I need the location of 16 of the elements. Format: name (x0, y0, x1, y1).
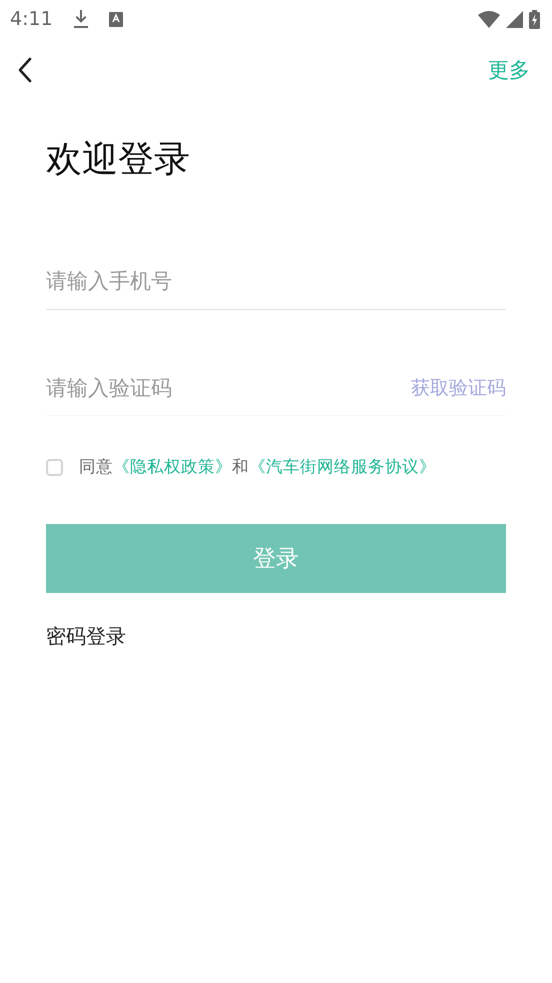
agreement-text: 同意《隐私权政策》和《汽车街网络服务协议》 (79, 456, 436, 478)
more-link[interactable]: 更多 (488, 56, 530, 84)
password-login-link[interactable]: 密码登录 (46, 623, 126, 650)
agreement-link[interactable]: 《汽车街网络服务协议》 (249, 457, 436, 476)
back-icon (18, 57, 32, 83)
wifi-icon (478, 10, 500, 28)
download-icon (72, 9, 89, 29)
get-code-link[interactable]: 获取验证码 (411, 374, 506, 400)
agreement-checkbox[interactable] (46, 458, 63, 476)
keyboard-a-icon (108, 12, 123, 26)
status-time: 4:11 (10, 8, 53, 30)
page-title: 欢迎登录 (46, 138, 191, 182)
login-button[interactable]: 登录 (46, 524, 506, 593)
agreement-link[interactable]: 《隐私权政策》 (113, 457, 232, 476)
signal-icon (506, 10, 523, 28)
battery-icon (529, 10, 540, 28)
